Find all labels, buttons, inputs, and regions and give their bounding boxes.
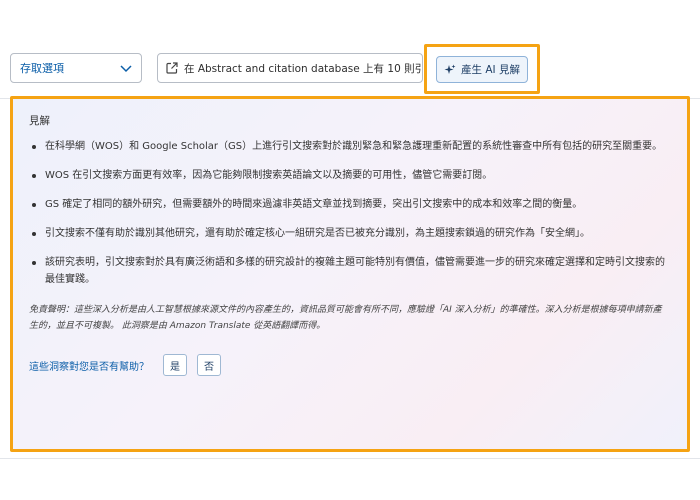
feedback-question: 這些洞察對您是否有幫助？: [29, 361, 149, 373]
access-options-value: 存取選項: [20, 62, 64, 75]
toolbar: 存取選項 在 Abstract and citation database 上有…: [10, 44, 690, 94]
insight-item: WOS 在引文搜索方面更有效率，因為它能夠限制搜索英語論文以及摘要的可用性，儘管…: [29, 167, 669, 184]
citation-database-label: 在 Abstract and citation database 上有 10 則…: [184, 62, 423, 75]
insight-item: 在科學網（WOS）和 Google Scholar（GS）上進行引文搜索對於識別…: [29, 138, 669, 155]
ai-insights-panel: 見解 在科學網（WOS）和 Google Scholar（GS）上進行引文搜索對…: [10, 96, 690, 452]
ai-button-highlight: 產生 AI 見解: [424, 44, 540, 94]
insights-list: 在科學網（WOS）和 Google Scholar（GS）上進行引文搜索對於識別…: [29, 138, 669, 288]
ai-disclaimer: 免責聲明：這些深入分析是由人工智慧根據來源文件的內容產生的，資訊品質可能會有所不…: [29, 305, 662, 331]
insights-title: 見解: [29, 115, 50, 127]
citation-database-link[interactable]: 在 Abstract and citation database 上有 10 則…: [157, 53, 423, 83]
insight-item: 引文搜索不僅有助於識別其他研究，還有助於確定核心一組研究是否已被充分識別，為主題…: [29, 225, 669, 242]
external-link-icon: [166, 62, 178, 74]
feedback-yes-button[interactable]: 是: [163, 354, 187, 376]
generate-ai-insights-button[interactable]: 產生 AI 見解: [436, 56, 528, 83]
access-options-dropdown[interactable]: 存取選項: [10, 53, 142, 83]
feedback-no-button[interactable]: 否: [197, 354, 221, 376]
insight-item: 該研究表明，引文搜索對於具有廣泛術語和多樣的研究設計的複雜主題可能特別有價值，儘…: [29, 254, 669, 288]
divider: [0, 458, 700, 459]
chevron-down-icon: [120, 65, 132, 73]
generate-ai-insights-label: 產生 AI 見解: [461, 64, 520, 76]
sparkle-icon: [444, 64, 456, 74]
feedback-row: 這些洞察對您是否有幫助？ 是 否: [29, 354, 669, 376]
insight-item: GS 確定了相同的額外研究，但需要額外的時間來過濾非英語文章並找到摘要，突出引文…: [29, 196, 669, 213]
